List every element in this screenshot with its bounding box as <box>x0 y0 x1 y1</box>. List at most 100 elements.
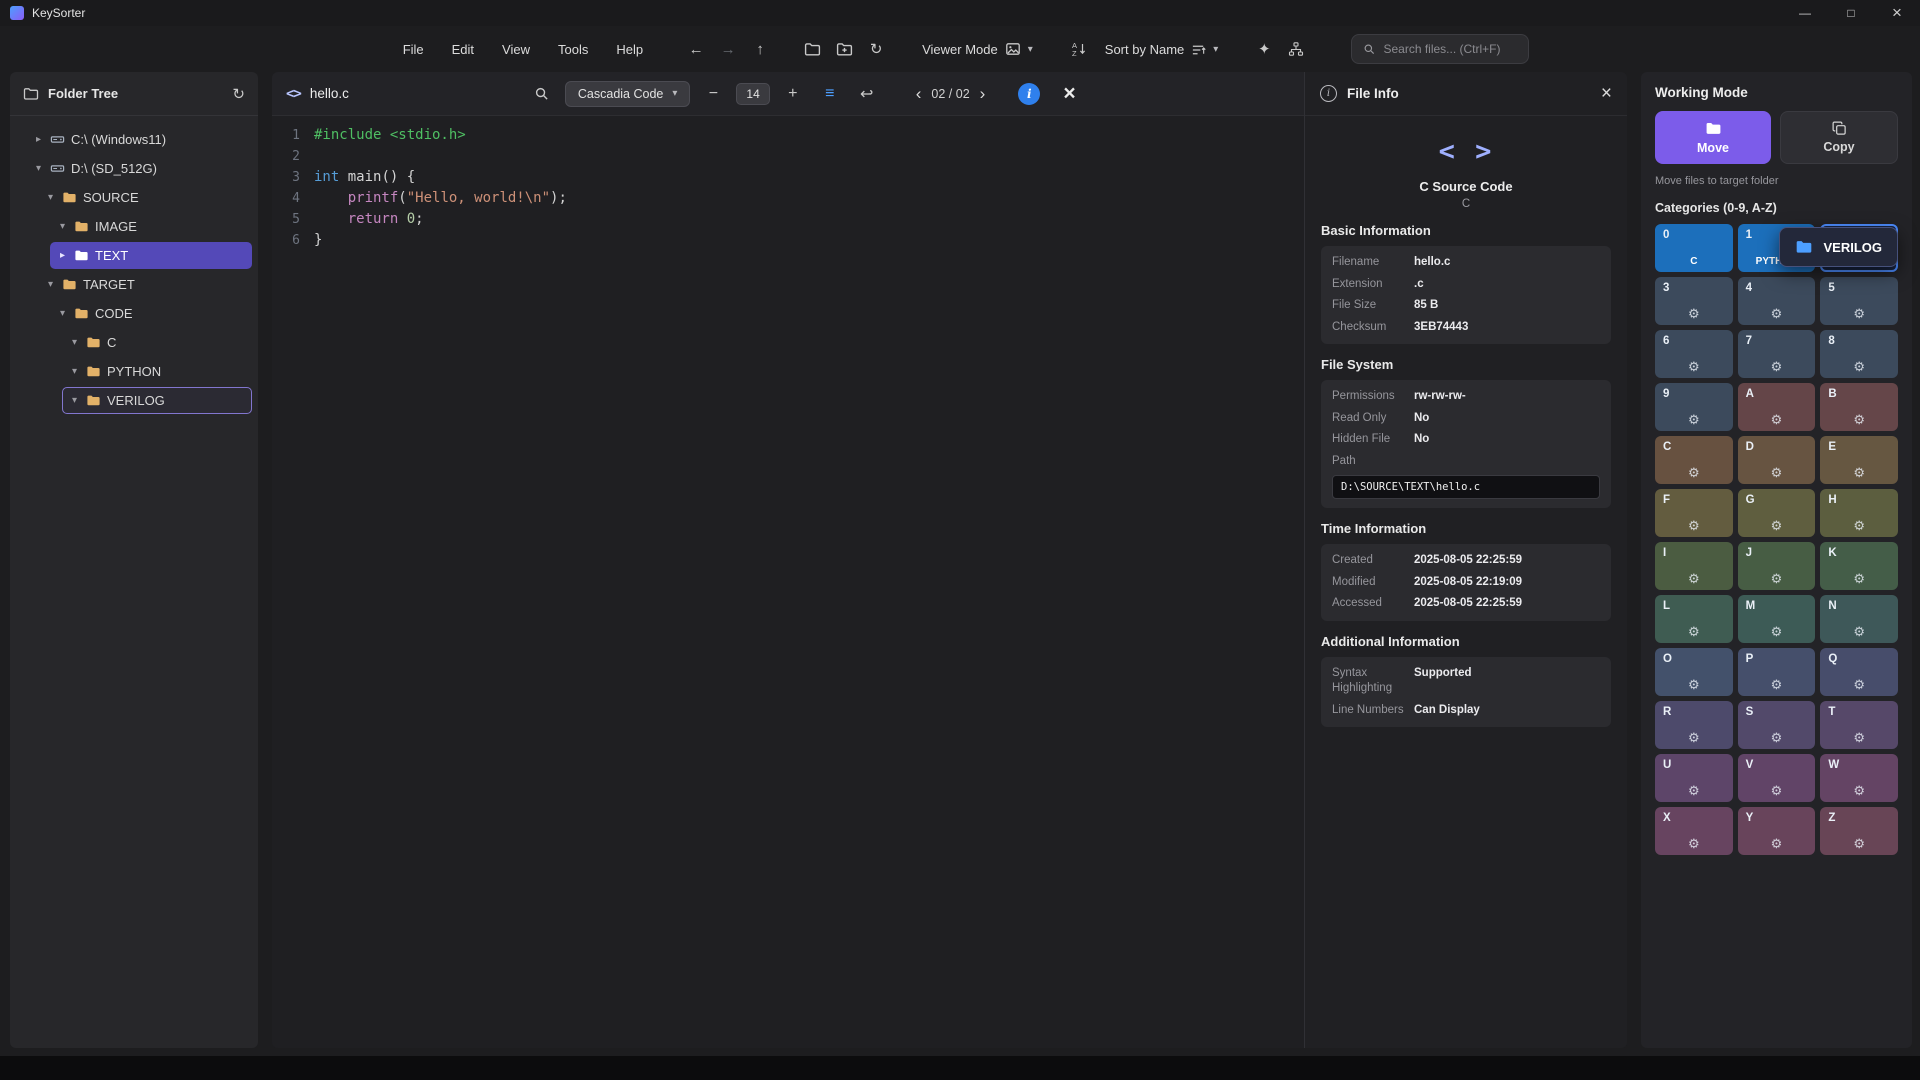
menu-view[interactable]: View <box>490 36 542 63</box>
menu-edit[interactable]: Edit <box>440 36 486 63</box>
tile-key: Y <box>1746 812 1754 824</box>
category-tile-W[interactable]: W⚙ <box>1820 754 1898 802</box>
copy-mode-button[interactable]: Copy <box>1780 111 1898 164</box>
category-tile-Q[interactable]: Q⚙ <box>1820 648 1898 696</box>
viewer-close-button[interactable]: × <box>1063 82 1075 106</box>
tree-item-source[interactable]: ▾SOURCE <box>38 184 252 211</box>
category-tile-M[interactable]: M⚙ <box>1738 595 1816 643</box>
up-button[interactable]: ↑ <box>745 34 775 64</box>
category-tile-X[interactable]: X⚙ <box>1655 807 1733 855</box>
forward-button[interactable]: → <box>713 34 743 64</box>
code-content[interactable]: 1#include <stdio.h>23int main() {4 print… <box>272 116 1304 1048</box>
gear-icon: ⚙ <box>1688 624 1700 640</box>
category-tile-3[interactable]: 3⚙ <box>1655 277 1733 325</box>
organize-button[interactable] <box>1281 34 1311 64</box>
prev-file-button[interactable]: ‹ <box>916 84 922 104</box>
category-tile-I[interactable]: I⚙ <box>1655 542 1733 590</box>
chevron-right-icon[interactable]: ▸ <box>33 134 44 145</box>
category-tile-7[interactable]: 7⚙ <box>1738 330 1816 378</box>
tree-item-label: C:\ (Windows11) <box>71 132 166 147</box>
tile-key: 9 <box>1663 388 1669 400</box>
open-folder-button[interactable] <box>797 34 827 64</box>
line-numbers-toggle[interactable]: ≡ <box>816 80 844 108</box>
viewer-mode-group: Viewer Mode ▾ <box>913 35 1042 63</box>
category-tile-T[interactable]: T⚙ <box>1820 701 1898 749</box>
viewer-mode-button[interactable]: Viewer Mode ▾ <box>913 35 1042 63</box>
category-tile-N[interactable]: N⚙ <box>1820 595 1898 643</box>
tree-refresh-button[interactable]: ↻ <box>232 85 245 103</box>
category-tile-A[interactable]: A⚙ <box>1738 383 1816 431</box>
category-tile-0[interactable]: 0C <box>1655 224 1733 272</box>
chevron-down-icon[interactable]: ▾ <box>69 337 80 348</box>
chevron-down-icon[interactable]: ▾ <box>57 221 68 232</box>
menu-tools[interactable]: Tools <box>546 36 600 63</box>
back-button[interactable]: ← <box>681 34 711 64</box>
menu-file[interactable]: File <box>391 36 436 63</box>
category-tile-6[interactable]: 6⚙ <box>1655 330 1733 378</box>
category-tile-F[interactable]: F⚙ <box>1655 489 1733 537</box>
viewer-filename: hello.c <box>310 86 349 101</box>
minimize-button[interactable]: — <box>1782 0 1828 26</box>
font-size-increase-button[interactable]: + <box>779 80 807 108</box>
tree-item-c-windows11[interactable]: ▸ C:\ (Windows11) <box>26 126 252 153</box>
category-tile-U[interactable]: U⚙ <box>1655 754 1733 802</box>
category-tile-9[interactable]: 9⚙ <box>1655 383 1733 431</box>
tree-item-target[interactable]: ▾TARGET <box>38 271 252 298</box>
category-tile-D[interactable]: D⚙ <box>1738 436 1816 484</box>
chevron-right-icon[interactable]: ▸ <box>57 250 68 261</box>
tree-item-text[interactable]: ▸TEXT <box>50 242 252 269</box>
category-tile-K[interactable]: K⚙ <box>1820 542 1898 590</box>
font-family-select[interactable]: Cascadia Code ▾ <box>565 81 691 107</box>
font-size-decrease-button[interactable]: − <box>699 80 727 108</box>
new-folder-button[interactable] <box>829 34 859 64</box>
file-info-close-button[interactable]: × <box>1601 83 1612 105</box>
tile-key: 3 <box>1663 282 1669 294</box>
category-tile-Y[interactable]: Y⚙ <box>1738 807 1816 855</box>
category-tile-J[interactable]: J⚙ <box>1738 542 1816 590</box>
sort-by-button[interactable]: Sort by Name ▾ <box>1096 36 1228 63</box>
category-tile-8[interactable]: 8⚙ <box>1820 330 1898 378</box>
category-tile-L[interactable]: L⚙ <box>1655 595 1733 643</box>
category-tile-4[interactable]: 4⚙ <box>1738 277 1816 325</box>
chevron-down-icon[interactable]: ▾ <box>45 279 56 290</box>
menu-help[interactable]: Help <box>604 36 655 63</box>
category-tile-G[interactable]: G⚙ <box>1738 489 1816 537</box>
category-tile-R[interactable]: R⚙ <box>1655 701 1733 749</box>
tree-item-d-sd-512g[interactable]: ▾D:\ (SD_512G) <box>26 155 252 182</box>
tree-item-python[interactable]: ▾PYTHON <box>62 358 252 385</box>
chevron-down-icon[interactable]: ▾ <box>57 308 68 319</box>
chevron-down-icon[interactable]: ▾ <box>69 366 80 377</box>
window-controls: — □ × <box>1782 0 1920 26</box>
category-tile-E[interactable]: E⚙ <box>1820 436 1898 484</box>
category-tile-C[interactable]: C⚙ <box>1655 436 1733 484</box>
tree-item-verilog[interactable]: ▾VERILOG <box>62 387 252 414</box>
viewer-search-button[interactable] <box>528 80 556 108</box>
tree-item-image[interactable]: ▾IMAGE <box>50 213 252 240</box>
file-info-toggle[interactable]: i <box>1018 83 1040 105</box>
chevron-down-icon[interactable]: ▾ <box>33 163 44 174</box>
close-button[interactable]: × <box>1874 0 1920 26</box>
search-input[interactable] <box>1383 42 1517 56</box>
category-tile-Z[interactable]: Z⚙ <box>1820 807 1898 855</box>
maximize-button[interactable]: □ <box>1828 0 1874 26</box>
word-wrap-toggle[interactable]: ↩ <box>853 80 881 108</box>
chevron-down-icon[interactable]: ▾ <box>69 395 80 406</box>
chevron-down-icon[interactable]: ▾ <box>45 192 56 203</box>
tree-item-code[interactable]: ▾CODE <box>50 300 252 327</box>
category-tile-O[interactable]: O⚙ <box>1655 648 1733 696</box>
category-tile-5[interactable]: 5⚙ <box>1820 277 1898 325</box>
category-tile-P[interactable]: P⚙ <box>1738 648 1816 696</box>
tree-item-c[interactable]: ▾C <box>62 329 252 356</box>
tile-key: R <box>1663 706 1671 718</box>
tile-key: T <box>1828 706 1835 718</box>
category-tile-B[interactable]: B⚙ <box>1820 383 1898 431</box>
refresh-button[interactable]: ↻ <box>861 34 891 64</box>
next-file-button[interactable]: › <box>980 84 986 104</box>
category-tile-V[interactable]: V⚙ <box>1738 754 1816 802</box>
auto-sort-button[interactable]: ✦ <box>1249 34 1279 64</box>
tile-key: L <box>1663 600 1670 612</box>
move-mode-button[interactable]: Move <box>1655 111 1771 164</box>
tile-key: 8 <box>1828 335 1834 347</box>
category-tile-H[interactable]: H⚙ <box>1820 489 1898 537</box>
category-tile-S[interactable]: S⚙ <box>1738 701 1816 749</box>
